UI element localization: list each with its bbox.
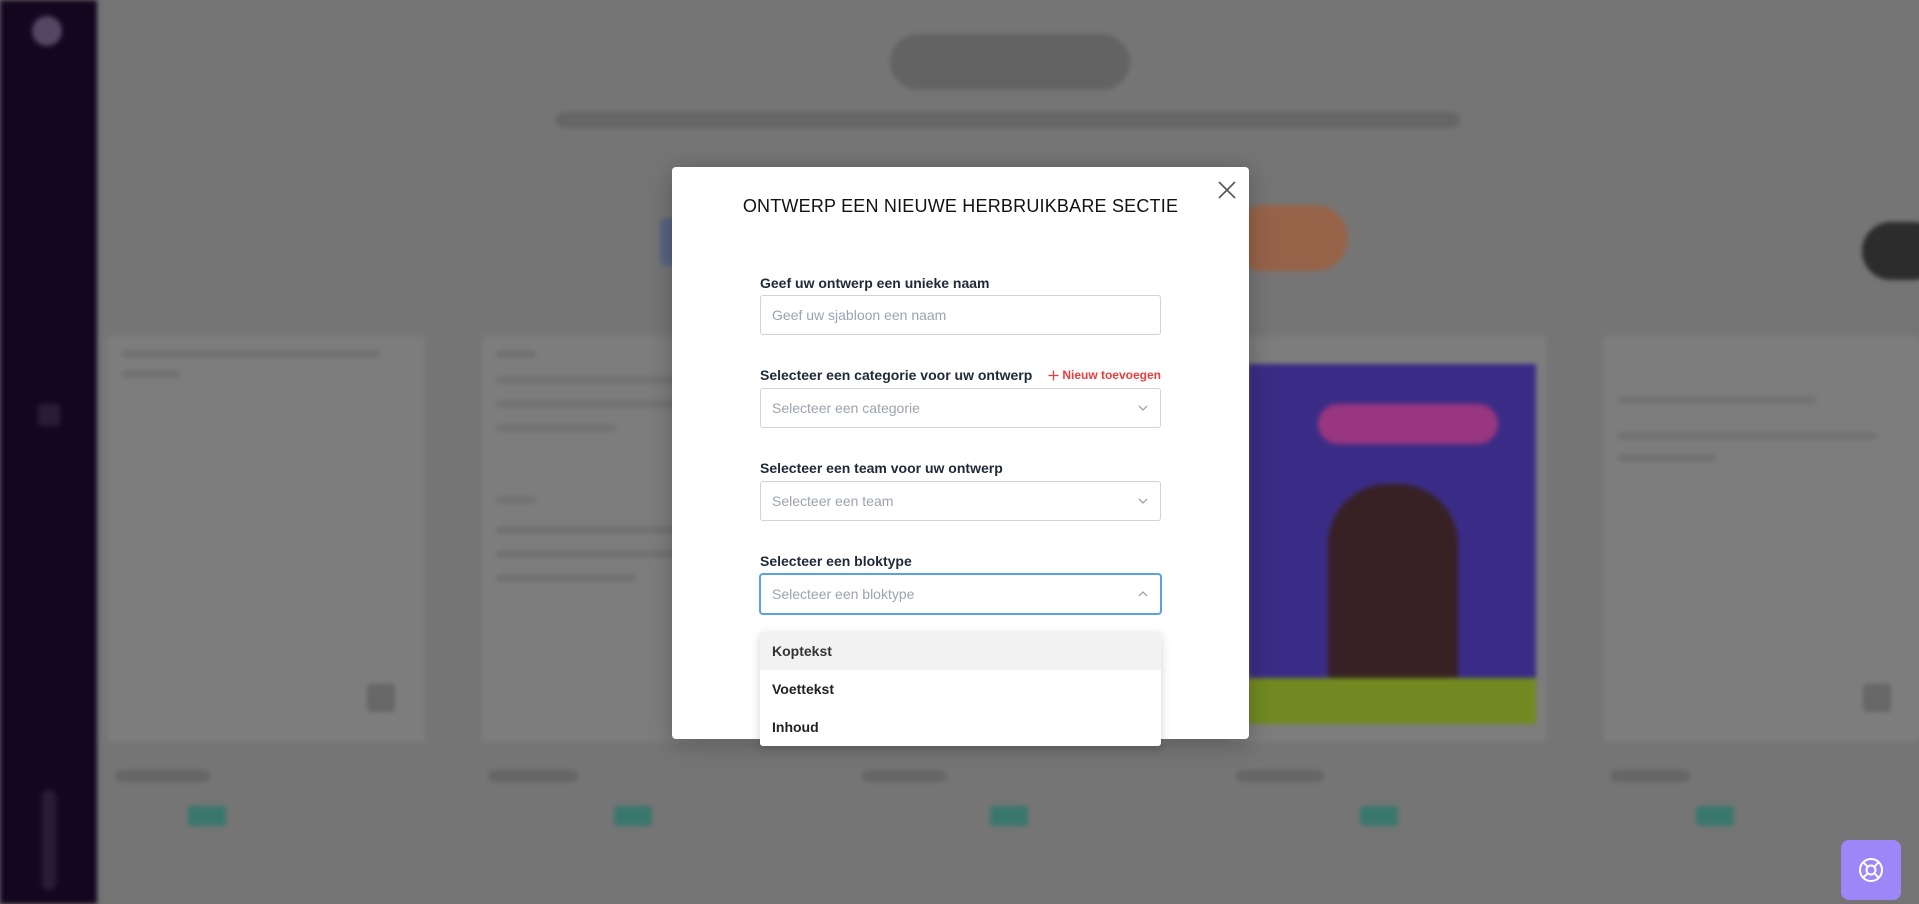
blocktype-dropdown: Koptekst Voettekst Inhoud <box>760 632 1161 746</box>
blocktype-label: Selecteer een bloktype <box>760 553 912 569</box>
chevron-down-icon <box>1138 498 1148 504</box>
close-icon <box>1218 181 1236 199</box>
team-select[interactable]: Selecteer een team <box>760 481 1161 521</box>
name-input[interactable] <box>760 295 1161 335</box>
chevron-down-icon <box>1138 405 1148 411</box>
help-button[interactable] <box>1841 840 1901 900</box>
blocktype-select[interactable]: Selecteer een bloktype <box>760 574 1161 614</box>
category-label-row: Selecteer een categorie voor uw ontwerp … <box>760 367 1161 383</box>
category-select[interactable]: Selecteer een categorie <box>760 388 1161 428</box>
close-button[interactable] <box>1216 179 1238 201</box>
category-label: Selecteer een categorie voor uw ontwerp <box>760 367 1033 383</box>
category-placeholder: Selecteer een categorie <box>772 400 920 416</box>
team-label: Selecteer een team voor uw ontwerp <box>760 460 1003 476</box>
dropdown-option-koptekst[interactable]: Koptekst <box>760 632 1161 670</box>
add-new-category-link[interactable]: Nieuw toevoegen <box>1048 368 1161 382</box>
plus-icon <box>1048 369 1059 381</box>
dropdown-option-inhoud[interactable]: Inhoud <box>760 708 1161 746</box>
modal-title: ONTWERP EEN NIEUWE HERBRUIKBARE SECTIE <box>742 196 1179 216</box>
team-placeholder: Selecteer een team <box>772 493 894 509</box>
chevron-up-icon <box>1138 591 1148 597</box>
lifebuoy-icon <box>1859 858 1883 882</box>
blocktype-placeholder: Selecteer een bloktype <box>772 586 915 602</box>
name-label: Geef uw ontwerp een unieke naam <box>760 275 990 291</box>
add-new-label: Nieuw toevoegen <box>1062 368 1161 382</box>
dropdown-option-voettekst[interactable]: Voettekst <box>760 670 1161 708</box>
